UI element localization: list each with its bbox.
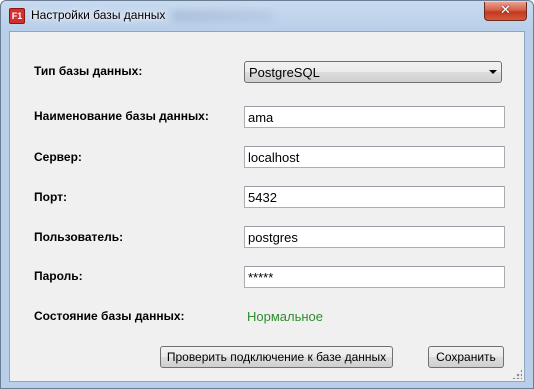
db-type-value: PostgreSQL [249, 65, 320, 80]
db-status-value: Нормальное [247, 309, 324, 324]
port-label: Порт: [34, 190, 67, 204]
db-name-label: Наименование базы данных: [34, 109, 209, 123]
close-button[interactable]: ✕ [484, 2, 527, 21]
password-label: Пароль: [34, 269, 83, 283]
port-field[interactable]: 5432 [244, 186, 505, 208]
db-type-label: Тип базы данных: [34, 64, 143, 78]
db-name-field[interactable]: ama [244, 106, 505, 128]
user-field[interactable]: postgres [244, 226, 505, 248]
save-button[interactable]: Сохранить [428, 346, 504, 368]
title-bar[interactable]: F1 Настройки базы данных ✕ [1, 1, 533, 31]
server-label: Сервер: [34, 150, 82, 164]
app-logo-icon: F1 [9, 8, 25, 24]
user-label: Пользователь: [34, 230, 124, 244]
server-field[interactable]: localhost [244, 146, 505, 168]
test-connection-button[interactable]: Проверить подключение к базе данных [160, 346, 393, 368]
window-title: Настройки базы данных [31, 8, 166, 22]
db-type-select[interactable]: PostgreSQL [244, 61, 502, 83]
title-bar-blur [173, 10, 273, 22]
chevron-down-icon [489, 70, 497, 74]
db-status-label: Состояние базы данных: [34, 309, 185, 323]
dialog-body: Тип базы данных: PostgreSQL Наименование… [9, 31, 525, 382]
close-icon: ✕ [500, 3, 511, 18]
password-field[interactable]: ***** [244, 266, 505, 288]
settings-dialog-window: F1 Настройки базы данных ✕ Тип базы данн… [0, 0, 534, 389]
resize-grip-icon[interactable] [512, 369, 522, 379]
